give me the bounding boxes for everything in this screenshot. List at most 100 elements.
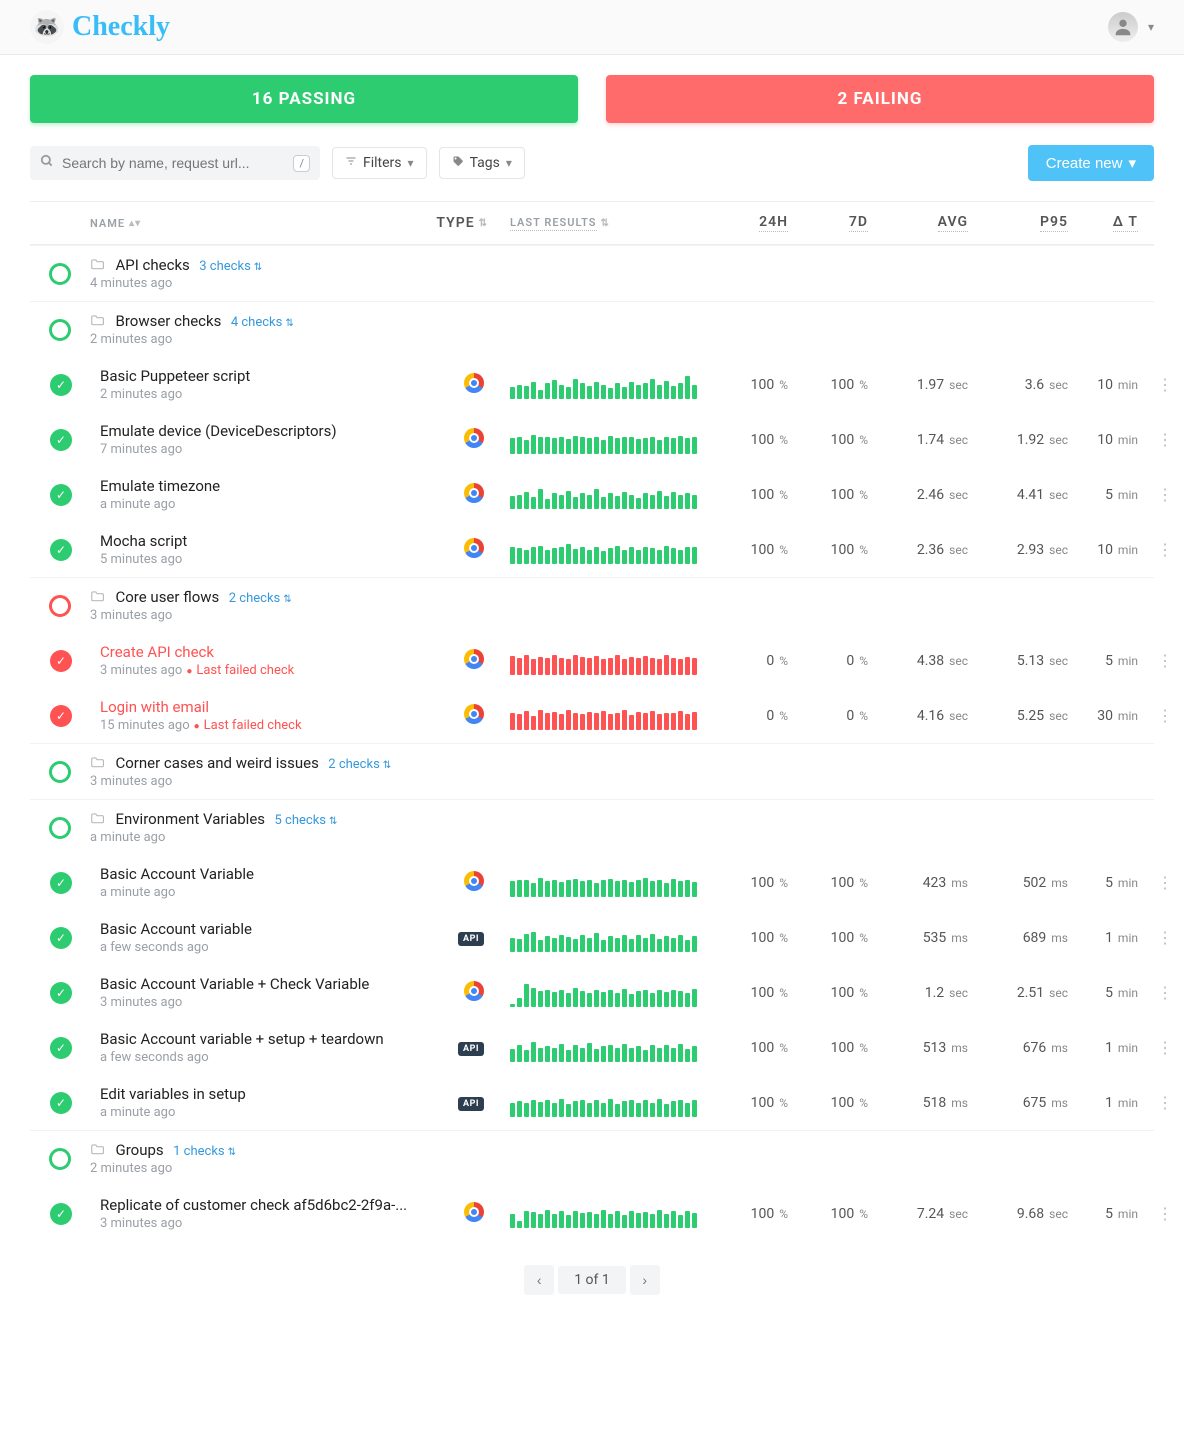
- api-badge: API: [458, 1097, 484, 1111]
- group-title: API checks: [115, 256, 189, 274]
- check-name: Create API check: [100, 643, 420, 661]
- status-dot: ✓: [50, 872, 72, 894]
- group-row-api-checks[interactable]: API checks 3 checks⇅ 4 minutes ago: [30, 245, 1154, 301]
- group-timestamp: 2 minutes ago: [90, 1161, 1154, 1176]
- row-menu-button[interactable]: ⋮: [1150, 1038, 1180, 1057]
- create-label: Create new: [1046, 155, 1123, 172]
- row-menu-button[interactable]: ⋮: [1150, 485, 1180, 504]
- row-menu-button[interactable]: ⋮: [1150, 651, 1180, 670]
- next-page-button[interactable]: ›: [630, 1265, 660, 1295]
- raccoon-icon: 🦝: [30, 10, 64, 44]
- passing-tile[interactable]: 16 PASSING: [30, 75, 578, 123]
- status-dot: ✓: [50, 484, 72, 506]
- group-checks-link[interactable]: 2 checks⇅: [229, 591, 292, 606]
- tags-button[interactable]: Tags ▾: [439, 147, 525, 179]
- row-menu-button[interactable]: ⋮: [1150, 873, 1180, 892]
- group-checks-link[interactable]: 4 checks⇅: [231, 315, 294, 330]
- search-box[interactable]: /: [30, 146, 320, 180]
- filters-button[interactable]: Filters ▾: [332, 147, 427, 179]
- folder-icon: [90, 756, 107, 772]
- col-avg[interactable]: AVG: [880, 214, 980, 232]
- check-row[interactable]: ✓ Create API check 3 minutes ago●Last fa…: [30, 633, 1154, 688]
- status-dot: ✓: [50, 1092, 72, 1114]
- val-p95: 4.41 sec: [980, 487, 1080, 503]
- chevron-down-icon: ▾: [506, 156, 512, 170]
- check-timestamp: a few seconds ago: [100, 940, 420, 955]
- check-timestamp: 3 minutes ago: [100, 995, 420, 1010]
- row-menu-button[interactable]: ⋮: [1150, 540, 1180, 559]
- group-row-browser-checks[interactable]: Browser checks 4 checks⇅ 2 minutes ago: [30, 301, 1154, 357]
- chevron-down-icon: ▾: [408, 156, 414, 170]
- group-row-core-user-flows[interactable]: Core user flows 2 checks⇅ 3 minutes ago: [30, 577, 1154, 633]
- group-checks-link[interactable]: 3 checks⇅: [199, 259, 262, 274]
- failing-tile[interactable]: 2 FAILING: [606, 75, 1154, 123]
- val-dt: 1 min: [1080, 1040, 1150, 1056]
- check-row[interactable]: ✓ Mocha script 5 minutes ago 100 % 100 %…: [30, 522, 1154, 577]
- check-row[interactable]: ✓ Basic Account Variable a minute ago 10…: [30, 855, 1154, 910]
- col-last-results[interactable]: LAST RESULTS⇅: [500, 216, 720, 231]
- val-p95: 5.25 sec: [980, 708, 1080, 724]
- row-menu-button[interactable]: ⋮: [1150, 375, 1180, 394]
- check-row[interactable]: ✓ Basic Puppeteer script 2 minutes ago 1…: [30, 357, 1154, 412]
- group-checks-link[interactable]: 2 checks⇅: [328, 757, 391, 772]
- col-7d[interactable]: 7D: [800, 214, 880, 232]
- check-row[interactable]: ✓ Basic Account variable a few seconds a…: [30, 910, 1154, 965]
- status-ring: [49, 817, 71, 839]
- check-row[interactable]: ✓ Emulate device (DeviceDescriptors) 7 m…: [30, 412, 1154, 467]
- row-menu-button[interactable]: ⋮: [1150, 928, 1180, 947]
- search-input[interactable]: [62, 155, 285, 171]
- group-row-groups[interactable]: Groups 1 checks⇅ 2 minutes ago: [30, 1130, 1154, 1186]
- status-dot: ✓: [50, 1203, 72, 1225]
- group-row-corner-cases[interactable]: Corner cases and weird issues 2 checks⇅ …: [30, 743, 1154, 799]
- prev-page-button[interactable]: ‹: [524, 1265, 554, 1295]
- row-menu-button[interactable]: ⋮: [1150, 430, 1180, 449]
- val-dt: 5 min: [1080, 653, 1150, 669]
- col-type[interactable]: TYPE⇅: [420, 215, 500, 231]
- chrome-icon: [464, 428, 484, 448]
- val-avg: 1.97 sec: [880, 377, 980, 393]
- check-row[interactable]: ✓ Emulate timezone a minute ago 100 % 10…: [30, 467, 1154, 522]
- check-row[interactable]: ✓ Login with email 15 minutes ago●Last f…: [30, 688, 1154, 743]
- folder-icon: [90, 590, 107, 606]
- expand-icon: ⇅: [383, 760, 391, 771]
- val-24h: 100 %: [720, 432, 800, 448]
- row-menu-button[interactable]: ⋮: [1150, 1093, 1180, 1112]
- check-name: Edit variables in setup: [100, 1085, 420, 1103]
- group-checks-link[interactable]: 1 checks⇅: [173, 1144, 236, 1159]
- group-title: Browser checks: [115, 312, 221, 330]
- check-row[interactable]: ✓ Edit variables in setup a minute ago A…: [30, 1075, 1154, 1130]
- val-p95: 3.6 sec: [980, 377, 1080, 393]
- check-row[interactable]: ✓ Replicate of customer check af5d6bc2-2…: [30, 1186, 1154, 1241]
- brand-logo[interactable]: 🦝 Checkly: [30, 10, 170, 44]
- status-dot: ✓: [50, 650, 72, 672]
- col-p95[interactable]: P95: [980, 214, 1080, 232]
- row-menu-button[interactable]: ⋮: [1150, 1204, 1180, 1223]
- status-ring: [49, 1148, 71, 1170]
- row-menu-button[interactable]: ⋮: [1150, 706, 1180, 725]
- group-row-env-vars[interactable]: Environment Variables 5 checks⇅ a minute…: [30, 799, 1154, 855]
- row-menu-button[interactable]: ⋮: [1150, 983, 1180, 1002]
- sparkline: [510, 536, 720, 564]
- group-title: Corner cases and weird issues: [115, 754, 318, 772]
- create-new-button[interactable]: Create new ▾: [1028, 145, 1154, 181]
- val-p95: 9.68 sec: [980, 1206, 1080, 1222]
- folder-icon: [90, 812, 107, 828]
- val-24h: 0 %: [720, 653, 800, 669]
- val-p95: 675 ms: [980, 1095, 1080, 1111]
- val-p95: 689 ms: [980, 930, 1080, 946]
- val-avg: 518 ms: [880, 1095, 980, 1111]
- col-24h[interactable]: 24H: [720, 214, 800, 232]
- col-name[interactable]: NAME▴▾: [90, 217, 420, 230]
- val-24h: 100 %: [720, 930, 800, 946]
- group-title: Environment Variables: [115, 810, 265, 828]
- check-row[interactable]: ✓ Basic Account Variable + Check Variabl…: [30, 965, 1154, 1020]
- val-dt: 1 min: [1080, 1095, 1150, 1111]
- chrome-icon: [464, 704, 484, 724]
- check-name: Basic Account Variable + Check Variable: [100, 975, 420, 993]
- val-dt: 10 min: [1080, 377, 1150, 393]
- col-dt[interactable]: Δ T: [1080, 214, 1150, 232]
- check-row[interactable]: ✓ Basic Account variable + setup + teard…: [30, 1020, 1154, 1075]
- user-menu[interactable]: ▾: [1108, 12, 1154, 42]
- group-checks-link[interactable]: 5 checks⇅: [275, 813, 338, 828]
- check-name: Basic Account variable: [100, 920, 420, 938]
